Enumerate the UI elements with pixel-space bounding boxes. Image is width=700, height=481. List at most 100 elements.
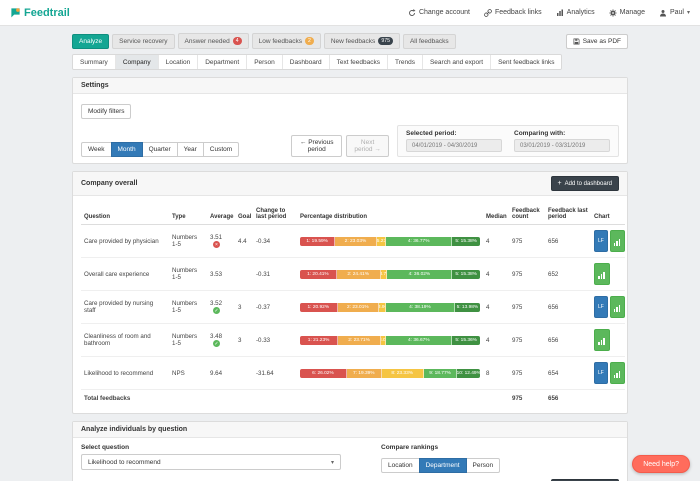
- column-header: Percentage distribution: [297, 204, 483, 225]
- add-to-dashboard-button[interactable]: + Add to dashboard: [551, 176, 619, 191]
- compare-department-button[interactable]: Department: [419, 458, 467, 473]
- average-cell: 9.64: [207, 357, 235, 390]
- tab-service-recovery[interactable]: Service recovery: [112, 34, 174, 49]
- goal-cell: [235, 357, 253, 390]
- analyze-individuals-header: Analyze individuals by question: [73, 422, 627, 438]
- need-help-button[interactable]: Need help?: [632, 455, 690, 473]
- select-question-block: Select question Likelihood to recommend …: [81, 444, 381, 470]
- chart-buttons: LF: [594, 230, 622, 252]
- table-row: Care provided by nursing staffNumbers 1-…: [81, 291, 625, 324]
- table-row: Overall care experienceNumbers 1-53.53-0…: [81, 258, 625, 291]
- feedback-count-cell: 975: [509, 324, 545, 357]
- period-nav: ← Previous period Next period →: [291, 135, 389, 157]
- company-table: QuestionTypeAverageGoalChange to last pe…: [81, 204, 625, 407]
- lf-chart-button[interactable]: LF: [594, 230, 608, 252]
- column-header: Median: [483, 204, 509, 225]
- subtab-sent-feedback-links[interactable]: Sent feedback links: [491, 55, 561, 69]
- tab-new-feedbacks[interactable]: New feedbacks975: [324, 33, 400, 49]
- subtab-person[interactable]: Person: [247, 55, 283, 69]
- subtab-dashboard[interactable]: Dashboard: [283, 55, 330, 69]
- distribution-segment: 1: 19.59%: [300, 237, 335, 246]
- bar-chart-icon: [556, 9, 564, 17]
- analytics-button[interactable]: Analytics: [556, 9, 595, 17]
- distribution-segment: 10: 12.49%: [457, 369, 479, 378]
- tab-answer-needed[interactable]: Answer needed4: [178, 33, 249, 49]
- tab-analyze[interactable]: Analyze: [72, 34, 109, 49]
- question-cell: Care provided by nursing staff: [81, 291, 169, 324]
- selected-period: Selected period: 04/01/2019 - 04/30/2019: [406, 130, 502, 152]
- subtab-search-and-export[interactable]: Search and export: [423, 55, 491, 69]
- average-cell: 3.53: [207, 258, 235, 291]
- manage-button[interactable]: Manage: [609, 9, 645, 17]
- column-header: Change to last period: [253, 204, 297, 225]
- subtab-summary[interactable]: Summary: [73, 55, 116, 69]
- tab-all-feedbacks[interactable]: All feedbacks: [403, 34, 456, 49]
- subtab-text-feedbacks[interactable]: Text feedbacks: [330, 55, 388, 69]
- distribution-bar: 1: 20.92%2: 23.01%3: 3.90%4: 38.19%5: 13…: [300, 303, 480, 312]
- question-compare-row: Select question Likelihood to recommend …: [81, 444, 619, 473]
- distribution-cell: 1: 19.59%2: 23.03%3: 5.23%4: 36.77%5: 15…: [297, 225, 483, 258]
- question-select[interactable]: Likelihood to recommend ▾: [81, 454, 341, 470]
- compare-location-button[interactable]: Location: [381, 458, 420, 473]
- goal-cell: 3: [235, 324, 253, 357]
- column-header: Chart: [591, 204, 625, 225]
- low-feedbacks-badge: 2: [305, 37, 314, 45]
- feedback-count-cell: 975: [509, 225, 545, 258]
- page-content: Analyze Service recovery Answer needed4 …: [72, 33, 628, 481]
- subtab-department[interactable]: Department: [198, 55, 247, 69]
- distribution-segment: 4: 36.02%: [387, 270, 452, 279]
- subtab-location[interactable]: Location: [159, 55, 199, 69]
- period-year-button[interactable]: Year: [177, 142, 204, 157]
- next-period-button[interactable]: Next period →: [346, 135, 389, 157]
- lf-chart-button[interactable]: LF: [594, 296, 608, 318]
- selected-period-value[interactable]: 04/01/2019 - 04/30/2019: [406, 139, 502, 152]
- bar-chart-button[interactable]: [610, 362, 626, 384]
- change-account-button[interactable]: Change account: [408, 9, 470, 17]
- question-cell: Overall care experience: [81, 258, 169, 291]
- average-cell: 3.51×: [207, 225, 235, 258]
- distribution-segment: 1: 21.23%: [300, 336, 338, 345]
- column-header: Average: [207, 204, 235, 225]
- logo-icon: [10, 7, 21, 18]
- chart-buttons: LF: [594, 296, 622, 318]
- change-cell: -0.37: [253, 291, 297, 324]
- change-cell: -0.33: [253, 324, 297, 357]
- bar-chart-button[interactable]: [610, 296, 626, 318]
- previous-period-button[interactable]: ← Previous period: [291, 135, 342, 157]
- goal-met-icon: ✓: [213, 307, 220, 314]
- period-quarter-button[interactable]: Quarter: [142, 142, 178, 157]
- bar-chart-button[interactable]: [594, 263, 610, 285]
- distribution-segment: 1: 20.41%: [300, 270, 337, 279]
- subtab-trends[interactable]: Trends: [388, 55, 423, 69]
- subtab-company[interactable]: Company: [116, 55, 159, 69]
- user-name: Paul: [670, 9, 684, 16]
- gear-icon: [609, 9, 617, 17]
- compare-person-button[interactable]: Person: [466, 458, 501, 473]
- save-as-pdf-button[interactable]: Save as PDF: [566, 34, 628, 49]
- median-cell: 4: [483, 258, 509, 291]
- average-value: 3.52: [210, 300, 222, 307]
- logo-text: Feedtrail: [24, 7, 70, 19]
- average-cell: 3.52✓: [207, 291, 235, 324]
- analyze-individuals-body: Select question Likelihood to recommend …: [73, 438, 627, 481]
- logo[interactable]: Feedtrail: [10, 7, 70, 19]
- distribution-segment: 9: 18.77%: [424, 369, 458, 378]
- analyze-individuals-title: Analyze individuals by question: [81, 426, 187, 433]
- period-dates: Selected period: 04/01/2019 - 04/30/2019…: [397, 125, 619, 157]
- tab-low-feedbacks[interactable]: Low feedbacks2: [252, 33, 321, 49]
- plus-icon: +: [558, 180, 562, 187]
- select-question-label: Select question: [81, 444, 381, 451]
- user-menu[interactable]: Paul ▾: [659, 9, 690, 17]
- period-month-button[interactable]: Month: [111, 142, 143, 157]
- bar-chart-icon: [614, 371, 622, 378]
- distribution-segment: 7: 19.39%: [347, 369, 382, 378]
- bar-chart-button[interactable]: [610, 230, 626, 252]
- feedback-links-button[interactable]: Feedback links: [484, 9, 542, 17]
- comparing-value[interactable]: 03/01/2019 - 03/31/2019: [514, 139, 610, 152]
- lf-chart-button[interactable]: LF: [594, 362, 608, 384]
- period-week-button[interactable]: Week: [81, 142, 112, 157]
- bar-chart-button[interactable]: [594, 329, 610, 351]
- distribution-segment: 2: 23.01%: [338, 303, 379, 312]
- period-custom-button[interactable]: Custom: [203, 142, 239, 157]
- modify-filters-button[interactable]: Modify filters: [81, 104, 131, 119]
